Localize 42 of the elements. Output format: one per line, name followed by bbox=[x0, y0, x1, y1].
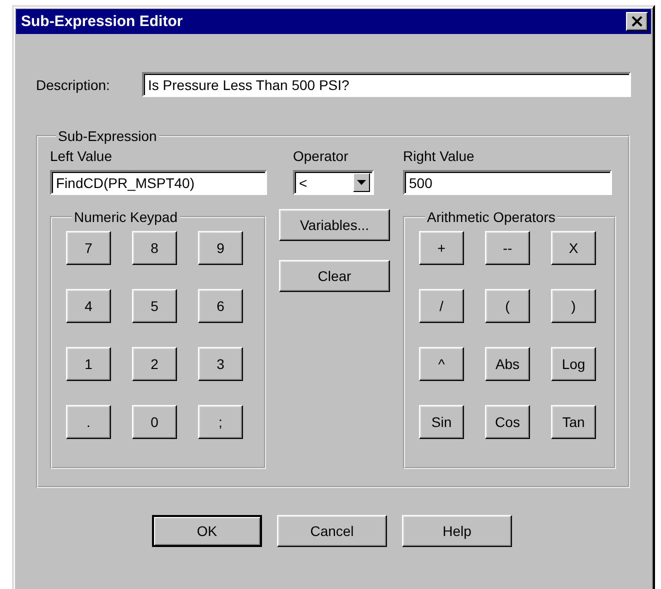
key-button[interactable]: Abs bbox=[485, 347, 530, 381]
key-button[interactable]: 2 bbox=[132, 347, 177, 381]
group-title: Arithmetic Operators bbox=[426, 209, 556, 225]
key-button[interactable]: 5 bbox=[132, 289, 177, 323]
key-button[interactable]: Sin bbox=[419, 405, 464, 439]
dialog-button[interactable]: OK bbox=[152, 515, 262, 547]
right-value-label: Right Value bbox=[403, 148, 476, 164]
key-button[interactable]: 0 bbox=[132, 405, 177, 439]
key-button[interactable]: + bbox=[419, 231, 464, 265]
key-button[interactable]: 9 bbox=[198, 231, 243, 265]
key-button[interactable]: ^ bbox=[419, 347, 464, 381]
key-button[interactable]: ) bbox=[551, 289, 596, 323]
key-button[interactable]: Tan bbox=[551, 405, 596, 439]
dialog-button[interactable]: Cancel bbox=[277, 515, 387, 547]
key-button[interactable]: 7 bbox=[66, 231, 111, 265]
group-title: Numeric Keypad bbox=[73, 209, 178, 225]
operator-dropdown[interactable]: < bbox=[293, 170, 374, 195]
description-label: Description: bbox=[36, 76, 111, 92]
key-button[interactable]: 8 bbox=[132, 231, 177, 265]
close-button[interactable]: × bbox=[626, 12, 648, 31]
operator-label: Operator bbox=[293, 148, 350, 164]
key-button[interactable]: ; bbox=[198, 405, 243, 439]
right-value-field[interactable]: 500 bbox=[403, 170, 612, 195]
left-value-field[interactable]: FindCD(PR_MSPT40) bbox=[50, 170, 267, 195]
action-button[interactable]: Clear bbox=[279, 260, 390, 292]
key-button[interactable]: 4 bbox=[66, 289, 111, 323]
key-button[interactable]: Cos bbox=[485, 405, 530, 439]
dialog-button[interactable]: Help bbox=[402, 515, 512, 547]
key-button[interactable]: . bbox=[66, 405, 111, 439]
key-button[interactable]: ( bbox=[485, 289, 530, 323]
action-button[interactable]: Variables... bbox=[279, 209, 390, 241]
key-button[interactable]: / bbox=[419, 289, 464, 323]
key-button[interactable]: 6 bbox=[198, 289, 243, 323]
key-button[interactable]: 3 bbox=[198, 347, 243, 381]
window-title: Sub-Expression Editor bbox=[21, 13, 183, 30]
key-button[interactable]: Log bbox=[551, 347, 596, 381]
key-button[interactable]: -- bbox=[485, 231, 530, 265]
group-title: Sub-Expression bbox=[57, 128, 158, 144]
key-button[interactable]: 1 bbox=[66, 347, 111, 381]
description-field[interactable]: Is Pressure Less Than 500 PSI? bbox=[142, 72, 631, 97]
key-button[interactable]: X bbox=[551, 231, 596, 265]
left-value-label: Left Value bbox=[50, 148, 114, 164]
